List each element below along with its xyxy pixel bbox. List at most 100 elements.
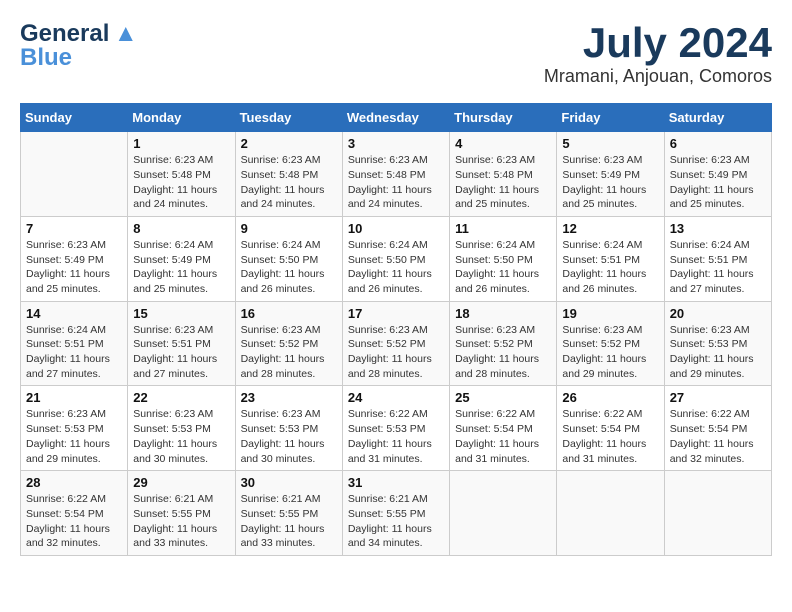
day-cell [21, 132, 128, 217]
day-cell: 11 Sunrise: 6:24 AMSunset: 5:50 PMDayligh… [450, 216, 557, 301]
day-cell: 30 Sunrise: 6:21 AMSunset: 5:55 PMDayligh… [235, 471, 342, 556]
day-cell: 18 Sunrise: 6:23 AMSunset: 5:52 PMDayligh… [450, 301, 557, 386]
day-number: 4 [455, 136, 551, 151]
day-cell: 23 Sunrise: 6:23 AMSunset: 5:53 PMDayligh… [235, 386, 342, 471]
day-number: 29 [133, 475, 229, 490]
day-cell: 31Sunrise: 6:21 AMSunset: 5:55 PMDayligh… [342, 471, 449, 556]
day-info: Sunrise: 6:23 AMSunset: 5:53 PMDaylight:… [133, 407, 229, 466]
day-cell: 14Sunrise: 6:24 AMSunset: 5:51 PMDayligh… [21, 301, 128, 386]
day-info: Sunrise: 6:24 AMSunset: 5:51 PMDaylight:… [26, 323, 122, 382]
day-number: 17 [348, 306, 444, 321]
day-number: 25 [455, 390, 551, 405]
day-info: Sunrise: 6:23 AMSunset: 5:52 PMDaylight:… [348, 323, 444, 382]
day-cell: 12Sunrise: 6:24 AMSunset: 5:51 PMDayligh… [557, 216, 664, 301]
weekday-header-tuesday: Tuesday [235, 104, 342, 132]
logo-blue: Blue [20, 44, 72, 72]
day-cell: 29Sunrise: 6:21 AMSunset: 5:55 PMDayligh… [128, 471, 235, 556]
week-row-5: 28Sunrise: 6:22 AMSunset: 5:54 PMDayligh… [21, 471, 772, 556]
day-info: Sunrise: 6:23 AMSunset: 5:48 PMDaylight:… [348, 153, 444, 212]
day-info: Sunrise: 6:23 AMSunset: 5:53 PMDaylight:… [241, 407, 337, 466]
day-info: Sunrise: 6:23 AMSunset: 5:49 PMDaylight:… [670, 153, 766, 212]
day-cell: 8 Sunrise: 6:24 AMSunset: 5:49 PMDaylight… [128, 216, 235, 301]
day-info: Sunrise: 6:21 AMSunset: 5:55 PMDaylight:… [241, 492, 337, 551]
day-info: Sunrise: 6:22 AMSunset: 5:54 PMDaylight:… [670, 407, 766, 466]
day-cell: 22 Sunrise: 6:23 AMSunset: 5:53 PMDayligh… [128, 386, 235, 471]
day-number: 11 [455, 221, 551, 236]
day-number: 30 [241, 475, 337, 490]
day-number: 28 [26, 475, 122, 490]
day-cell: 28Sunrise: 6:22 AMSunset: 5:54 PMDayligh… [21, 471, 128, 556]
day-cell: 24 Sunrise: 6:22 AMSunset: 5:53 PMDayligh… [342, 386, 449, 471]
day-number: 31 [348, 475, 444, 490]
day-info: Sunrise: 6:23 AMSunset: 5:53 PMDaylight:… [670, 323, 766, 382]
day-info: Sunrise: 6:23 AMSunset: 5:53 PMDaylight:… [26, 407, 122, 466]
day-cell [664, 471, 771, 556]
day-cell: 25 Sunrise: 6:22 AMSunset: 5:54 PMDayligh… [450, 386, 557, 471]
day-info: Sunrise: 6:22 AMSunset: 5:54 PMDaylight:… [562, 407, 658, 466]
day-number: 5 [562, 136, 658, 151]
calendar-body: 1Sunrise: 6:23 AMSunset: 5:48 PMDaylight… [21, 132, 772, 556]
page-header: General ▲ Blue July 2024 Mramani, Anjoua… [20, 20, 772, 87]
day-number: 19 [562, 306, 658, 321]
day-info: Sunrise: 6:24 AMSunset: 5:50 PMDaylight:… [455, 238, 551, 297]
day-cell: 7Sunrise: 6:23 AMSunset: 5:49 PMDaylight… [21, 216, 128, 301]
day-number: 13 [670, 221, 766, 236]
day-info: Sunrise: 6:24 AMSunset: 5:49 PMDaylight:… [133, 238, 229, 297]
day-info: Sunrise: 6:24 AMSunset: 5:51 PMDaylight:… [562, 238, 658, 297]
day-number: 16 [241, 306, 337, 321]
week-row-2: 7Sunrise: 6:23 AMSunset: 5:49 PMDaylight… [21, 216, 772, 301]
day-number: 6 [670, 136, 766, 151]
day-info: Sunrise: 6:23 AMSunset: 5:52 PMDaylight:… [455, 323, 551, 382]
day-info: Sunrise: 6:22 AMSunset: 5:53 PMDaylight:… [348, 407, 444, 466]
day-cell: 16 Sunrise: 6:23 AMSunset: 5:52 PMDayligh… [235, 301, 342, 386]
day-number: 2 [241, 136, 337, 151]
day-cell: 20Sunrise: 6:23 AMSunset: 5:53 PMDayligh… [664, 301, 771, 386]
week-row-3: 14Sunrise: 6:24 AMSunset: 5:51 PMDayligh… [21, 301, 772, 386]
day-cell: 2 Sunrise: 6:23 AMSunset: 5:48 PMDaylight… [235, 132, 342, 217]
weekday-header-friday: Friday [557, 104, 664, 132]
day-info: Sunrise: 6:23 AMSunset: 5:49 PMDaylight:… [26, 238, 122, 297]
day-number: 3 [348, 136, 444, 151]
day-cell: 9 Sunrise: 6:24 AMSunset: 5:50 PMDaylight… [235, 216, 342, 301]
logo: General ▲ Blue [20, 20, 138, 72]
day-info: Sunrise: 6:23 AMSunset: 5:48 PMDaylight:… [241, 153, 337, 212]
week-row-1: 1Sunrise: 6:23 AMSunset: 5:48 PMDaylight… [21, 132, 772, 217]
day-number: 23 [241, 390, 337, 405]
day-cell: 3 Sunrise: 6:23 AMSunset: 5:48 PMDaylight… [342, 132, 449, 217]
day-number: 26 [562, 390, 658, 405]
day-info: Sunrise: 6:24 AMSunset: 5:50 PMDaylight:… [241, 238, 337, 297]
weekday-header-row: SundayMondayTuesdayWednesdayThursdayFrid… [21, 104, 772, 132]
day-number: 27 [670, 390, 766, 405]
weekday-header-saturday: Saturday [664, 104, 771, 132]
day-cell: 4 Sunrise: 6:23 AMSunset: 5:48 PMDaylight… [450, 132, 557, 217]
day-cell [450, 471, 557, 556]
month-year: July 2024 [544, 20, 772, 66]
weekday-header-monday: Monday [128, 104, 235, 132]
day-info: Sunrise: 6:22 AMSunset: 5:54 PMDaylight:… [455, 407, 551, 466]
day-info: Sunrise: 6:23 AMSunset: 5:49 PMDaylight:… [562, 153, 658, 212]
calendar-table: SundayMondayTuesdayWednesdayThursdayFrid… [20, 103, 772, 556]
day-number: 22 [133, 390, 229, 405]
day-number: 24 [348, 390, 444, 405]
day-info: Sunrise: 6:23 AMSunset: 5:52 PMDaylight:… [562, 323, 658, 382]
day-info: Sunrise: 6:23 AMSunset: 5:51 PMDaylight:… [133, 323, 229, 382]
day-number: 18 [455, 306, 551, 321]
day-number: 10 [348, 221, 444, 236]
day-info: Sunrise: 6:23 AMSunset: 5:52 PMDaylight:… [241, 323, 337, 382]
day-info: Sunrise: 6:23 AMSunset: 5:48 PMDaylight:… [455, 153, 551, 212]
day-number: 15 [133, 306, 229, 321]
day-cell: 15 Sunrise: 6:23 AMSunset: 5:51 PMDayligh… [128, 301, 235, 386]
week-row-4: 21 Sunrise: 6:23 AMSunset: 5:53 PMDayligh… [21, 386, 772, 471]
day-number: 21 [26, 390, 122, 405]
day-cell: 6 Sunrise: 6:23 AMSunset: 5:49 PMDaylight… [664, 132, 771, 217]
day-number: 9 [241, 221, 337, 236]
weekday-header-thursday: Thursday [450, 104, 557, 132]
title-block: July 2024 Mramani, Anjouan, Comoros [544, 20, 772, 87]
day-cell: 19 Sunrise: 6:23 AMSunset: 5:52 PMDayligh… [557, 301, 664, 386]
weekday-header-wednesday: Wednesday [342, 104, 449, 132]
day-info: Sunrise: 6:24 AMSunset: 5:51 PMDaylight:… [670, 238, 766, 297]
location: Mramani, Anjouan, Comoros [544, 66, 772, 87]
day-number: 8 [133, 221, 229, 236]
day-cell: 5 Sunrise: 6:23 AMSunset: 5:49 PMDaylight… [557, 132, 664, 217]
day-info: Sunrise: 6:23 AMSunset: 5:48 PMDaylight:… [133, 153, 229, 212]
